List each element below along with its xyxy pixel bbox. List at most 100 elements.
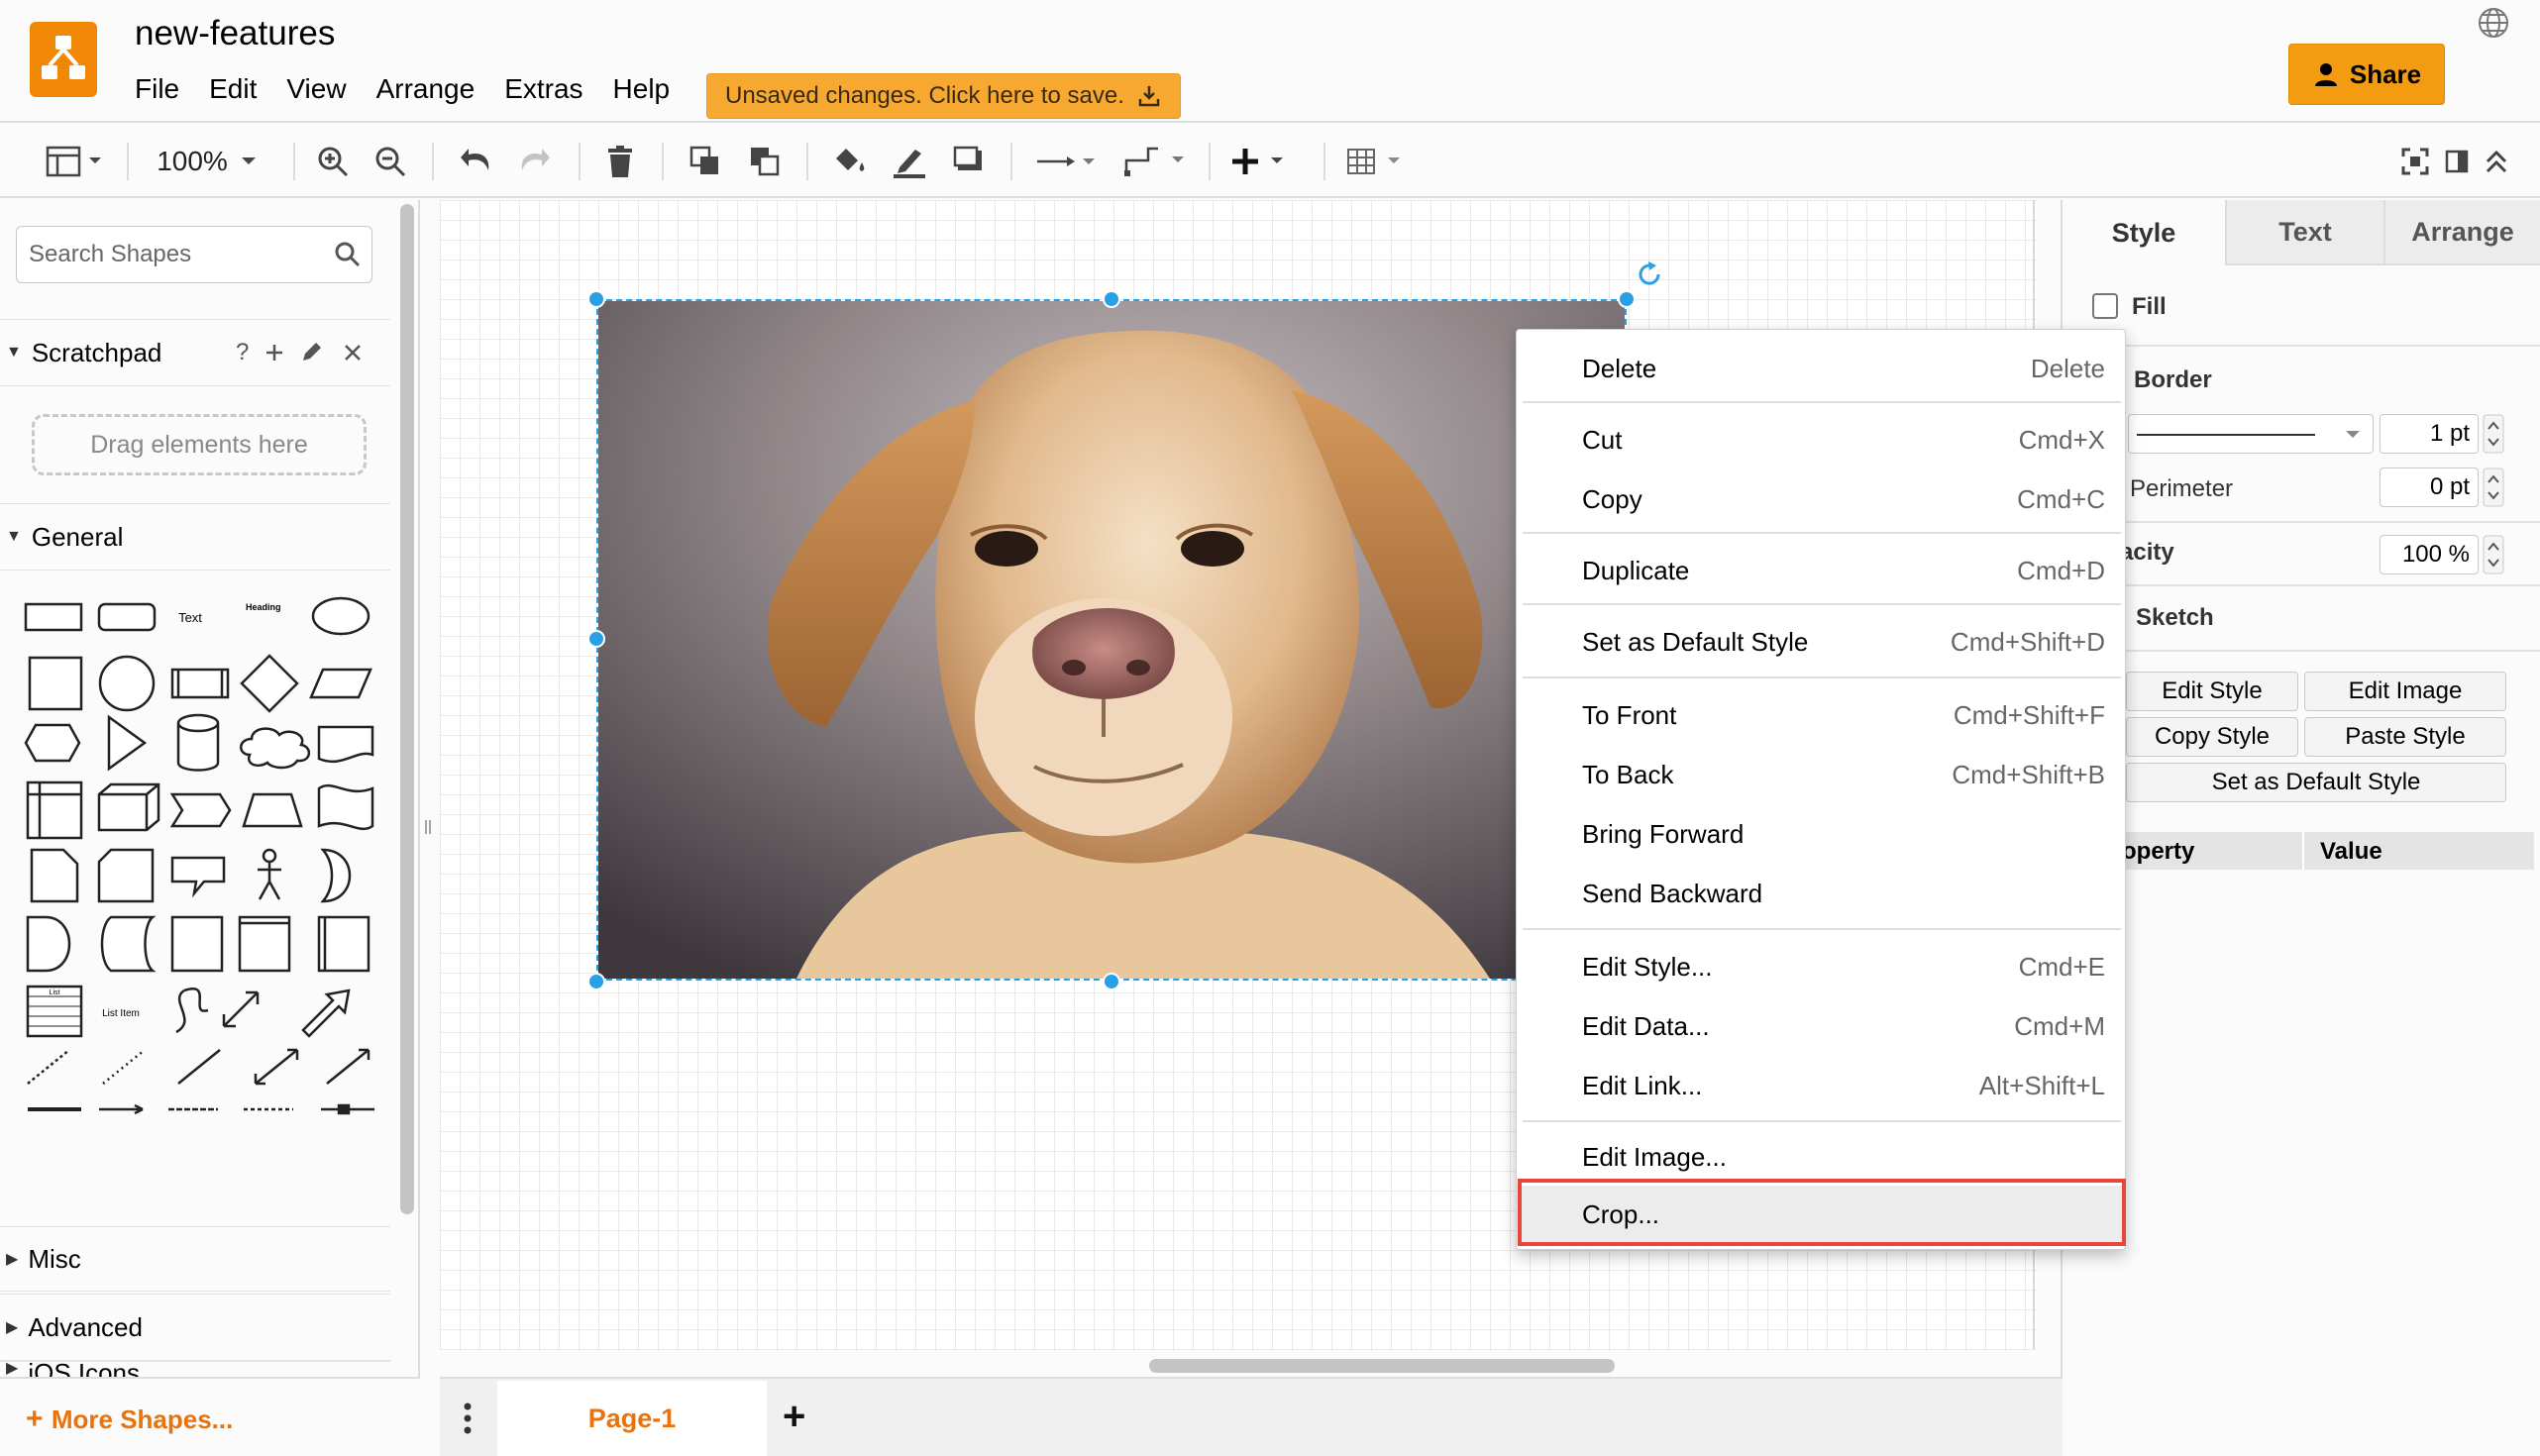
table-icon[interactable] — [1341, 125, 1413, 198]
edit-style-button[interactable]: Edit Style — [2126, 672, 2298, 711]
share-button[interactable]: Share — [2288, 44, 2445, 105]
connection-icon[interactable] — [1032, 125, 1102, 198]
zoom-dropdown[interactable]: 100% — [149, 125, 267, 198]
copy-style-button[interactable]: Copy Style — [2126, 717, 2298, 757]
more-shapes-button[interactable]: + More Shapes... — [26, 1403, 233, 1436]
sidebar-scrollbar[interactable] — [400, 204, 414, 1214]
shape-swimlane — [238, 915, 291, 973]
sidebar-splitter-icon[interactable] — [424, 818, 432, 836]
search-icon[interactable] — [334, 241, 362, 268]
tab-arrange[interactable]: Arrange — [2383, 200, 2540, 265]
dog-photo-image[interactable] — [596, 299, 1627, 981]
page-tab-active[interactable]: Page-1 — [497, 1381, 767, 1456]
chevron-down-icon — [2346, 431, 2360, 438]
add-page-icon[interactable]: + — [783, 1395, 805, 1439]
menu-item-send-backward[interactable]: Send Backward — [1517, 865, 2125, 922]
language-globe-icon[interactable] — [2477, 6, 2510, 40]
shape-tape — [317, 783, 374, 831]
menu-extras[interactable]: Extras — [504, 73, 582, 105]
unsaved-changes-label: Unsaved changes. Click here to save. — [725, 82, 1124, 109]
menu-item-edit-link[interactable]: Edit Link... Alt+Shift+L — [1517, 1057, 2125, 1114]
collapse-icon[interactable] — [2475, 125, 2518, 198]
menu-item-cut[interactable]: Cut Cmd+X — [1517, 411, 2125, 468]
zoom-in-icon[interactable] — [311, 125, 355, 198]
search-shapes-input[interactable] — [29, 227, 326, 282]
menu-view[interactable]: View — [286, 73, 346, 105]
menu-arrange[interactable]: Arrange — [376, 73, 476, 105]
menu-item-delete[interactable]: Delete Delete — [1517, 340, 2125, 397]
edit-image-button[interactable]: Edit Image — [2304, 672, 2506, 711]
resize-handle-left[interactable] — [587, 630, 605, 648]
line-color-icon[interactable] — [888, 125, 931, 198]
menu-edit[interactable]: Edit — [209, 73, 257, 105]
user-icon — [2314, 63, 2337, 86]
menu-item-set-default-style[interactable]: Set as Default Style Cmd+Shift+D — [1517, 613, 2125, 671]
menu-file[interactable]: File — [135, 73, 179, 105]
menu-bar: File Edit View Arrange Extras Help — [135, 73, 670, 105]
shape-note — [30, 848, 79, 903]
resize-handle-top-right[interactable] — [1618, 290, 1636, 308]
fill-color-icon[interactable] — [828, 125, 872, 198]
perimeter-stepper[interactable] — [2483, 468, 2504, 507]
menu-item-label: Cut — [1582, 424, 1623, 455]
shortcut-label: Cmd+C — [2017, 483, 2105, 514]
scratchpad-edit-icon[interactable] — [299, 341, 323, 364]
tab-text[interactable]: Text — [2225, 200, 2383, 265]
zoom-out-icon[interactable] — [369, 125, 412, 198]
scratchpad-header[interactable]: ▼ Scratchpad ? — [0, 319, 390, 386]
menu-item-copy[interactable]: Copy Cmd+C — [1517, 470, 2125, 528]
menu-item-bring-forward[interactable]: Bring Forward — [1517, 805, 2125, 863]
shape-heading-label: Heading — [246, 602, 281, 612]
menu-item-to-back[interactable]: To Back Cmd+Shift+B — [1517, 746, 2125, 803]
paste-style-button[interactable]: Paste Style — [2304, 717, 2506, 757]
document-title[interactable]: new-features — [135, 14, 335, 53]
resize-handle-bottom[interactable] — [1103, 973, 1120, 990]
shape-parallelogram — [309, 668, 372, 699]
menu-item-edit-image[interactable]: Edit Image... — [1517, 1128, 2125, 1186]
unsaved-changes-button[interactable]: Unsaved changes. Click here to save. — [706, 73, 1181, 119]
redo-icon[interactable] — [513, 125, 557, 198]
scratchpad-add-icon[interactable] — [264, 342, 285, 364]
fill-checkbox[interactable] — [2092, 293, 2118, 319]
delete-icon[interactable] — [598, 125, 642, 198]
ios-icons-section-header[interactable]: ▶ iOS Icons — [0, 1361, 390, 1377]
resize-handle-bottom-left[interactable] — [587, 973, 605, 990]
menu-help[interactable]: Help — [613, 73, 671, 105]
set-default-style-button[interactable]: Set as Default Style — [2126, 763, 2506, 802]
menu-item-edit-style[interactable]: Edit Style... Cmd+E — [1517, 938, 2125, 995]
opacity-input[interactable]: 100 % — [2380, 535, 2479, 574]
perimeter-input[interactable]: 0 pt — [2380, 468, 2479, 507]
fullscreen-icon[interactable] — [2393, 125, 2437, 198]
border-width-stepper[interactable] — [2483, 414, 2504, 454]
format-panel-icon[interactable] — [38, 125, 109, 198]
menu-item-edit-data[interactable]: Edit Data... Cmd+M — [1517, 997, 2125, 1055]
tab-style[interactable]: Style — [2063, 200, 2225, 265]
border-label: Border — [2134, 366, 2212, 393]
scratchpad-drop-area[interactable]: Drag elements here — [32, 414, 367, 475]
scratchpad-close-icon[interactable] — [343, 343, 363, 363]
shape-rounded-rectangle — [97, 602, 157, 632]
advanced-section-header[interactable]: ▶ Advanced — [0, 1294, 390, 1361]
shadow-icon[interactable] — [947, 125, 991, 198]
waypoints-icon[interactable] — [1119, 125, 1191, 198]
menu-item-label: Copy — [1582, 483, 1642, 514]
rotate-handle-icon[interactable] — [1635, 260, 1664, 289]
menu-item-duplicate[interactable]: Duplicate Cmd+D — [1517, 542, 2125, 599]
divider — [2061, 650, 2540, 652]
resize-handle-top[interactable] — [1103, 290, 1120, 308]
undo-icon[interactable] — [454, 125, 497, 198]
scratchpad-help-icon[interactable]: ? — [236, 339, 249, 366]
format-toggle-icon[interactable] — [2435, 125, 2479, 198]
border-width-input[interactable]: 1 pt — [2380, 414, 2479, 454]
to-back-icon[interactable] — [743, 125, 787, 198]
opacity-stepper[interactable] — [2483, 535, 2504, 574]
misc-section-header[interactable]: ▶ Misc — [0, 1226, 390, 1292]
resize-handle-top-left[interactable] — [587, 290, 605, 308]
border-pattern-select[interactable] — [2128, 414, 2374, 454]
page-menu-icon[interactable] — [458, 1399, 477, 1438]
menu-item-to-front[interactable]: To Front Cmd+Shift+F — [1517, 686, 2125, 744]
horizontal-scrollbar[interactable] — [1149, 1359, 1615, 1373]
insert-icon[interactable] — [1228, 125, 1300, 198]
general-section-header[interactable]: ▼ General — [0, 503, 390, 571]
to-front-icon[interactable] — [684, 125, 727, 198]
